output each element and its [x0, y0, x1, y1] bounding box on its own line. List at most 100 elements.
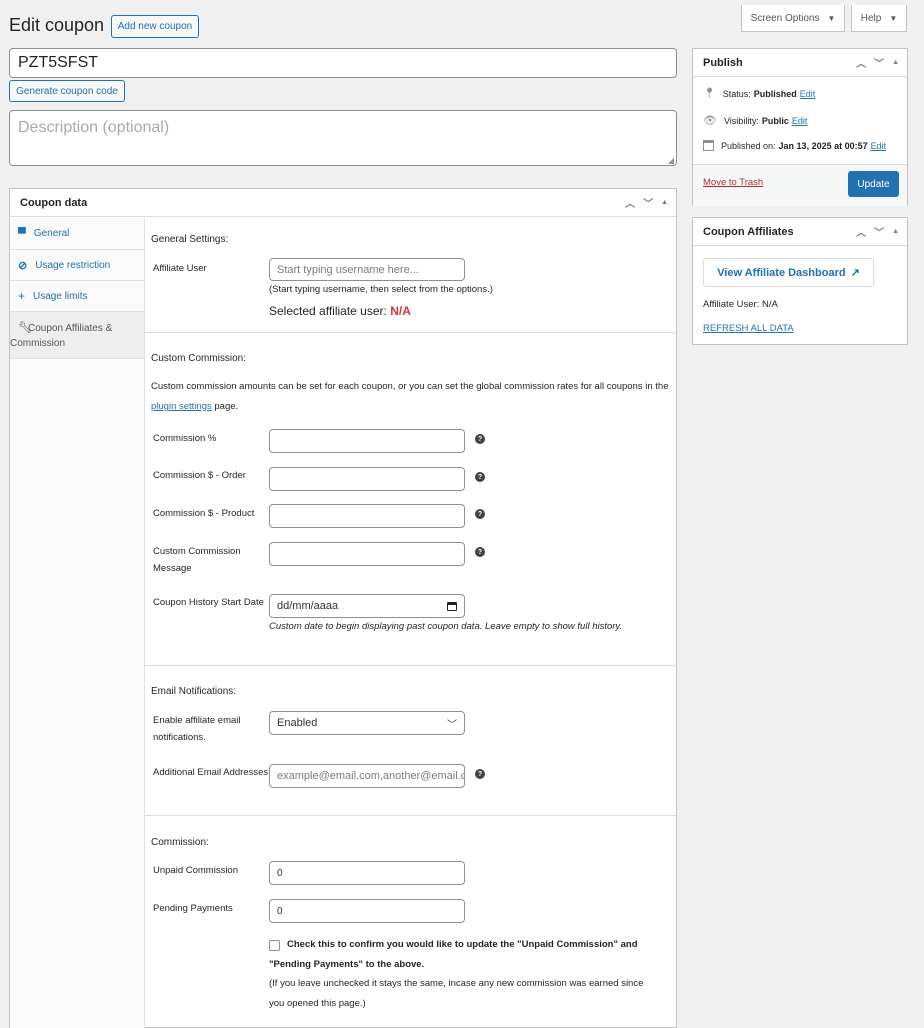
- custom-message-input[interactable]: [269, 542, 465, 566]
- published-value: Jan 13, 2025 at 00:57: [778, 140, 868, 151]
- custom-message-label-line1: Custom Commission: [153, 546, 241, 557]
- additional-emails-placeholder: example@email.com,another@email.c: [277, 770, 465, 782]
- eye-icon: 👁︎: [703, 115, 717, 127]
- custom-desc-text: Custom commission amounts can be set for…: [151, 381, 669, 392]
- screen-options-label: Screen Options: [750, 12, 820, 24]
- status-label: Status:: [722, 88, 751, 99]
- add-new-coupon-button[interactable]: Add new coupon: [111, 15, 199, 38]
- move-to-trash-link[interactable]: Move to Trash: [703, 177, 763, 188]
- pending-payments-input[interactable]: 0: [269, 899, 465, 923]
- move-up-icon[interactable]: ︿: [856, 224, 866, 239]
- selected-affiliate: Selected affiliate user: N/A: [269, 304, 411, 318]
- custom-commission-description: Custom commission amounts can be set for…: [151, 377, 676, 417]
- move-down-icon[interactable]: ﹀: [643, 195, 653, 210]
- help-icon[interactable]: ?: [475, 769, 485, 779]
- toggle-panel-icon[interactable]: ▲: [892, 59, 899, 66]
- publish-title: Publish: [703, 56, 743, 69]
- coupon-affiliates-header: Coupon Affiliates ︿ ﹀ ▲: [693, 218, 907, 246]
- move-up-icon[interactable]: ︿: [856, 55, 866, 70]
- divider: [145, 332, 677, 333]
- additional-emails-label: Additional Email Addresses: [153, 767, 269, 778]
- plugin-settings-link[interactable]: plugin settings: [151, 401, 212, 412]
- visibility-edit-link[interactable]: Edit: [792, 116, 808, 126]
- affiliate-user-text: Affiliate User: N/A: [703, 299, 778, 310]
- block-icon: ⊘: [18, 259, 28, 272]
- help-button[interactable]: Help ▼: [851, 5, 907, 32]
- page-title: Edit coupon: [9, 15, 105, 35]
- affiliate-user-hint: (Start typing username, then select from…: [269, 284, 493, 295]
- tab-usage-limits-label: Usage limits: [33, 290, 88, 302]
- pending-payments-label: Pending Payments: [153, 903, 233, 914]
- divider: [145, 815, 677, 816]
- publish-header: Publish ︿ ﹀ ▲: [693, 49, 907, 77]
- enable-email-select[interactable]: Enabled ﹀: [269, 711, 465, 735]
- commission-percent-label: Commission %: [153, 433, 217, 444]
- published-edit-link[interactable]: Edit: [871, 141, 887, 151]
- tab-general[interactable]: ▀ General: [10, 218, 144, 250]
- screen-options-button[interactable]: Screen Options ▼: [741, 5, 845, 32]
- status-edit-link[interactable]: Edit: [800, 89, 816, 99]
- commission-product-label: Commission $ - Product: [153, 508, 255, 519]
- chevron-down-icon: ﹀: [447, 719, 457, 731]
- tab-usage-restriction-label: Usage restriction: [35, 259, 111, 271]
- commission-percent-input[interactable]: [269, 429, 465, 453]
- ticket-icon: ▀: [18, 227, 26, 240]
- confirm-update-text: Check this to confirm you would like to …: [269, 935, 669, 975]
- tab-coupon-affiliates[interactable]: 🔧︎ Coupon Affiliates & Commission: [10, 312, 144, 359]
- commission-order-input[interactable]: [269, 467, 465, 491]
- caret-down-icon: ▼: [827, 13, 836, 23]
- update-button[interactable]: Update: [848, 171, 899, 197]
- status-row: 📍︎ Status: Published Edit: [703, 88, 815, 99]
- coupon-data-header: Coupon data ︿ ﹀ ▲: [10, 189, 676, 217]
- enable-email-value: Enabled: [277, 717, 318, 729]
- general-settings-heading: General Settings:: [151, 234, 229, 245]
- date-placeholder: dd/mm/aaaa: [277, 600, 339, 612]
- visibility-value: Public: [761, 115, 789, 126]
- published-label: Published on:: [721, 140, 776, 151]
- tab-usage-restriction[interactable]: ⊘ Usage restriction: [10, 250, 144, 281]
- toggle-panel-icon[interactable]: ▲: [661, 199, 668, 206]
- tab-usage-limits[interactable]: + Usage limits: [10, 281, 144, 312]
- affiliate-user-input[interactable]: Start typing username here...: [269, 258, 465, 281]
- help-icon[interactable]: ?: [475, 509, 485, 519]
- confirm-note: (If you leave unchecked it stays the sam…: [269, 974, 679, 1014]
- move-down-icon[interactable]: ﹀: [874, 55, 884, 70]
- publish-actions: Move to Trash Update: [693, 164, 907, 206]
- commission-product-input[interactable]: [269, 504, 465, 528]
- help-icon[interactable]: ?: [475, 434, 485, 444]
- commission-heading: Commission:: [151, 837, 209, 848]
- help-label: Help: [860, 12, 882, 24]
- unpaid-commission-label: Unpaid Commission: [153, 865, 239, 876]
- published-on-row: Published on: Jan 13, 2025 at 00:57 Edit: [703, 140, 886, 151]
- coupon-code-input[interactable]: PZT5SFST: [9, 48, 677, 78]
- resize-grip-icon[interactable]: ◢: [668, 156, 674, 165]
- history-start-hint: Custom date to begin displaying past cou…: [269, 621, 623, 632]
- commission-order-label: Commission $ - Order: [153, 470, 246, 481]
- status-value: Published: [753, 88, 797, 99]
- custom-message-label-line2: Message: [153, 563, 192, 574]
- move-up-icon[interactable]: ︿: [625, 195, 635, 210]
- selected-affiliate-label: Selected affiliate user:: [269, 304, 387, 318]
- note-line1: (If you leave unchecked it stays the sam…: [269, 978, 644, 989]
- enable-email-label-line2: notifications.: [153, 732, 206, 743]
- view-affiliate-dashboard-button[interactable]: View Affiliate Dashboard ↗: [703, 258, 874, 287]
- view-affiliate-dashboard-label: View Affiliate Dashboard: [717, 266, 846, 279]
- divider: [145, 665, 677, 666]
- unpaid-commission-input[interactable]: 0: [269, 861, 465, 885]
- refresh-all-data-link[interactable]: REFRESH ALL DATA: [703, 323, 794, 334]
- generate-coupon-code-button[interactable]: Generate coupon code: [9, 80, 125, 102]
- coupon-data-tabs: ▀ General ⊘ Usage restriction + Usage limit…: [10, 218, 145, 1028]
- custom-desc-after: page.: [214, 401, 239, 412]
- history-start-date-input[interactable]: dd/mm/aaaa: [269, 594, 465, 618]
- coupon-affiliates-title: Coupon Affiliates: [703, 225, 794, 238]
- selected-affiliate-value: N/A: [390, 304, 411, 318]
- move-down-icon[interactable]: ﹀: [874, 224, 884, 239]
- calendar-icon[interactable]: [447, 601, 457, 611]
- additional-emails-input[interactable]: example@email.com,another@email.c: [269, 764, 465, 788]
- help-icon[interactable]: ?: [475, 547, 485, 557]
- toggle-panel-icon[interactable]: ▲: [892, 228, 899, 235]
- affiliate-user-label: Affiliate User: [153, 263, 207, 274]
- description-textarea[interactable]: Description (optional) ◢: [9, 110, 677, 166]
- enable-email-label-line1: Enable affiliate email: [153, 715, 241, 726]
- help-icon[interactable]: ?: [475, 472, 485, 482]
